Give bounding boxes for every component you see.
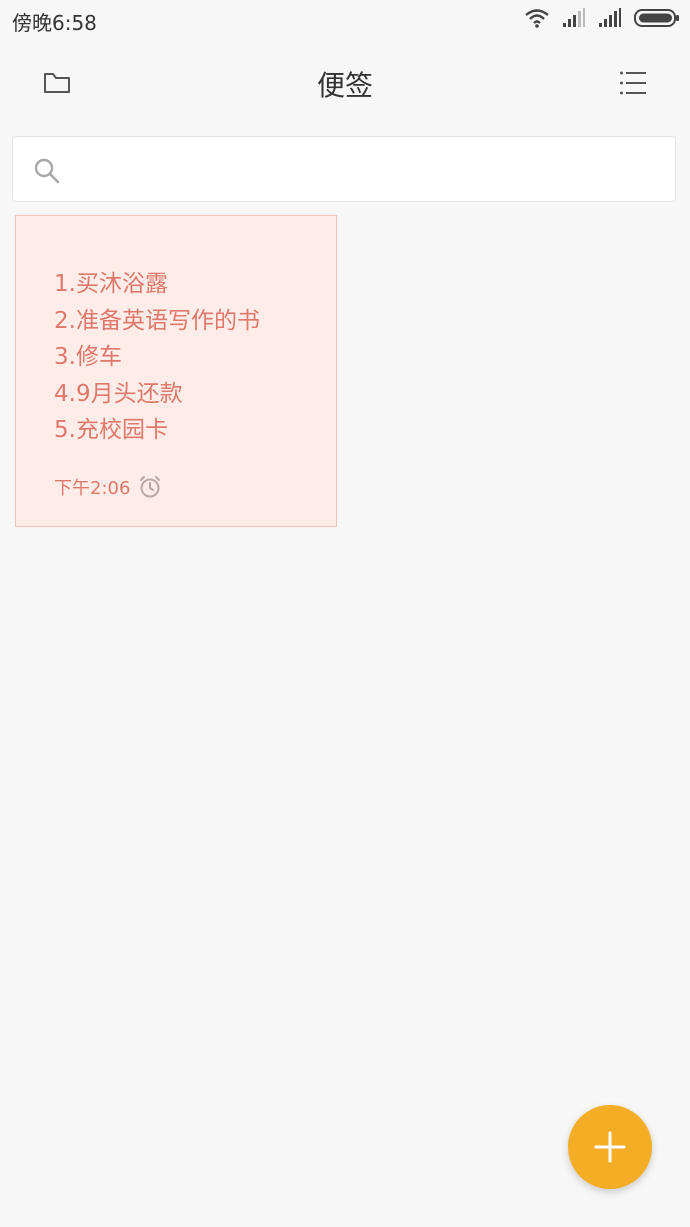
signal-icon bbox=[563, 8, 585, 27]
note-line: 2.准备英语写作的书 bbox=[54, 307, 260, 334]
note-line: 5.充校园卡 bbox=[54, 417, 168, 443]
note-time: 下午2:06 bbox=[54, 478, 131, 499]
note-lines: 1.买沐浴露 2.准备英语写作的书 3.修车 4.9月头还款 5.充校园卡 bbox=[54, 266, 260, 449]
notes-app-screen: 傍晚6:58 便签 1.买沐浴露 2.准备英语写作的书 3.修车 4.9月头还款… bbox=[0, 0, 690, 1227]
signal-icon bbox=[599, 8, 621, 27]
list-menu-button[interactable] bbox=[616, 66, 650, 100]
search-box[interactable] bbox=[12, 136, 676, 202]
list-menu-icon bbox=[620, 71, 646, 95]
status-bar: 傍晚6:58 bbox=[0, 0, 690, 40]
search-input[interactable] bbox=[77, 149, 661, 191]
plus-icon bbox=[594, 1131, 626, 1163]
status-time: 傍晚6:58 bbox=[12, 11, 97, 35]
note-line: 4.9月头还款 bbox=[54, 380, 183, 407]
note-card[interactable]: 1.买沐浴露 2.准备英语写作的书 3.修车 4.9月头还款 5.充校园卡 下午… bbox=[15, 215, 337, 527]
note-line: 1.买沐浴露 bbox=[54, 271, 168, 297]
alarm-clock-icon bbox=[140, 476, 161, 498]
add-note-button[interactable] bbox=[568, 1105, 652, 1189]
header: 便签 bbox=[0, 50, 690, 114]
battery-icon bbox=[634, 9, 679, 27]
note-footer: 下午2:06 bbox=[54, 474, 162, 500]
page-title: 便签 bbox=[316, 69, 373, 102]
search-icon bbox=[34, 158, 60, 184]
status-icons bbox=[524, 8, 680, 28]
note-line: 3.修车 bbox=[54, 344, 122, 370]
wifi-icon bbox=[525, 9, 549, 28]
